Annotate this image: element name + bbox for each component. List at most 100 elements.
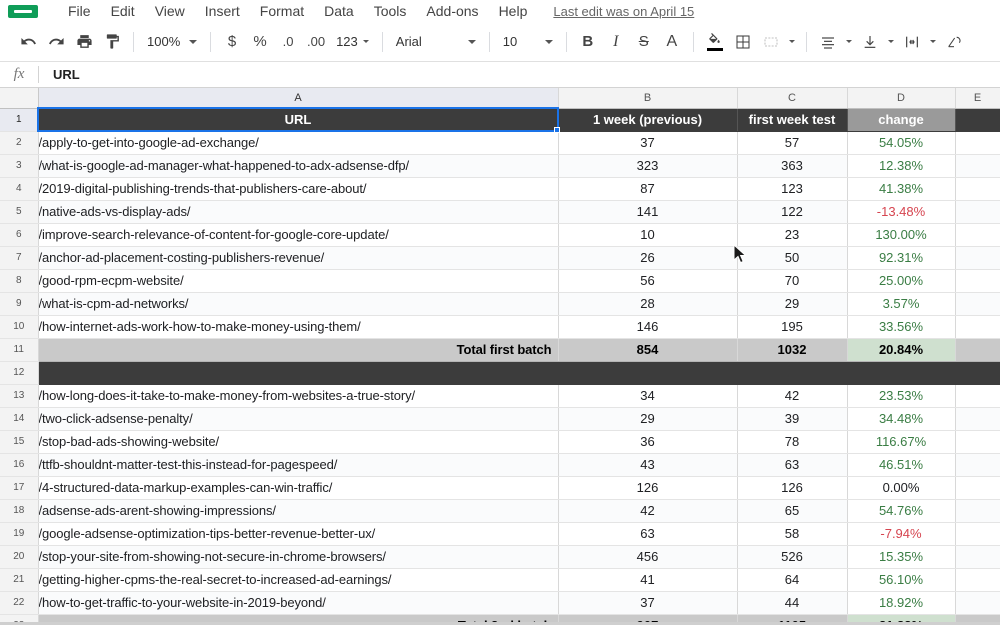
cell-e[interactable] (955, 499, 1000, 523)
font-size-selector[interactable]: 10 (497, 29, 559, 55)
cell-test[interactable]: 39 (737, 407, 848, 431)
total-first-test[interactable]: 1032 (737, 338, 848, 362)
cell-url[interactable]: /anchor-ad-placement-costing-publishers-… (38, 246, 559, 270)
cell-e[interactable] (955, 384, 1000, 408)
cell-url[interactable]: /what-is-google-ad-manager-what-happened… (38, 154, 559, 178)
column-header-c[interactable]: C (737, 88, 848, 109)
cell-change[interactable]: 54.05% (847, 131, 956, 155)
menu-edit[interactable]: Edit (101, 0, 145, 22)
menu-help[interactable]: Help (489, 0, 538, 22)
cell-test[interactable]: 57 (737, 131, 848, 155)
cell-previous[interactable]: 43 (558, 453, 738, 477)
cell-e[interactable] (955, 453, 1000, 477)
strikethrough-button[interactable]: S (630, 28, 658, 56)
sheets-logo-icon[interactable] (8, 4, 38, 18)
cell-test[interactable]: 50 (737, 246, 848, 270)
menu-insert[interactable]: Insert (195, 0, 250, 22)
row-number-17[interactable]: 17 (0, 476, 39, 500)
percent-format-button[interactable]: % (246, 28, 274, 56)
cell-url[interactable]: /two-click-adsense-penalty/ (38, 407, 559, 431)
more-formats-selector[interactable]: 123 (330, 29, 375, 55)
row-number-3[interactable]: 3 (0, 154, 39, 178)
cell-previous[interactable]: 63 (558, 522, 738, 546)
cell-url[interactable]: /2019-digital-publishing-trends-that-pub… (38, 177, 559, 201)
cell-url[interactable]: /good-rpm-ecpm-website/ (38, 269, 559, 293)
header-cell-url[interactable]: URL (38, 108, 559, 132)
cell-previous[interactable]: 87 (558, 177, 738, 201)
separator-cell-a[interactable] (38, 361, 559, 385)
cell-change[interactable]: 25.00% (847, 269, 956, 293)
cell-e[interactable] (955, 522, 1000, 546)
cell-change[interactable]: 54.76% (847, 499, 956, 523)
cell-e[interactable] (955, 430, 1000, 454)
text-wrap-icon[interactable] (898, 28, 926, 56)
cell-url[interactable]: /getting-higher-cpms-the-real-secret-to-… (38, 568, 559, 592)
italic-button[interactable]: I (602, 28, 630, 56)
cell-test[interactable]: 78 (737, 430, 848, 454)
row-number-22[interactable]: 22 (0, 591, 39, 615)
cell-e[interactable] (955, 407, 1000, 431)
header-cell-e[interactable] (955, 108, 1000, 132)
cell-test[interactable]: 195 (737, 315, 848, 339)
cell-change[interactable]: 56.10% (847, 568, 956, 592)
cell-previous[interactable]: 41 (558, 568, 738, 592)
cell-previous[interactable]: 10 (558, 223, 738, 247)
total-first-previous[interactable]: 854 (558, 338, 738, 362)
cell-change[interactable]: 46.51% (847, 453, 956, 477)
currency-format-button[interactable]: $ (218, 28, 246, 56)
cell-test[interactable]: 70 (737, 269, 848, 293)
cell-change[interactable]: 116.67% (847, 430, 956, 454)
cell-url[interactable]: /google-adsense-optimization-tips-better… (38, 522, 559, 546)
cell-e[interactable] (955, 315, 1000, 339)
column-header-e[interactable]: E (955, 88, 1000, 109)
cell-previous[interactable]: 323 (558, 154, 738, 178)
cell-change[interactable]: 23.53% (847, 384, 956, 408)
cell-url[interactable]: /apply-to-get-into-google-ad-exchange/ (38, 131, 559, 155)
cell-previous[interactable]: 26 (558, 246, 738, 270)
cell-test[interactable]: 63 (737, 453, 848, 477)
text-color-button[interactable]: A (658, 28, 686, 56)
row-number-19[interactable]: 19 (0, 522, 39, 546)
cell-test[interactable]: 23 (737, 223, 848, 247)
total-first-label[interactable]: Total first batch (38, 338, 559, 362)
cell-e[interactable] (955, 568, 1000, 592)
cell-e[interactable] (955, 154, 1000, 178)
horizontal-align-icon[interactable] (814, 28, 842, 56)
cell-url[interactable]: /how-internet-ads-work-how-to-make-money… (38, 315, 559, 339)
menu-data[interactable]: Data (314, 0, 364, 22)
cell-e[interactable] (955, 177, 1000, 201)
cell-test[interactable]: 526 (737, 545, 848, 569)
menu-format[interactable]: Format (250, 0, 314, 22)
separator-cell-c[interactable] (737, 361, 848, 385)
font-family-selector[interactable]: Arial (390, 29, 482, 55)
fill-color-icon[interactable] (701, 28, 729, 56)
row-number-11[interactable]: 11 (0, 338, 39, 362)
cell-url[interactable]: /adsense-ads-arent-showing-impressions/ (38, 499, 559, 523)
row-number-16[interactable]: 16 (0, 453, 39, 477)
cell-url[interactable]: /ttfb-shouldnt-matter-test-this-instead-… (38, 453, 559, 477)
print-icon[interactable] (70, 28, 98, 56)
merge-cells-dropdown[interactable] (785, 28, 799, 56)
row-number-13[interactable]: 13 (0, 384, 39, 408)
total-first-e[interactable] (955, 338, 1000, 362)
cell-previous[interactable]: 42 (558, 499, 738, 523)
cell-e[interactable] (955, 246, 1000, 270)
cell-e[interactable] (955, 223, 1000, 247)
cell-change[interactable]: 41.38% (847, 177, 956, 201)
cell-e[interactable] (955, 545, 1000, 569)
cell-change[interactable]: 34.48% (847, 407, 956, 431)
decrease-decimal-button[interactable]: .0 (274, 28, 302, 56)
row-number-18[interactable]: 18 (0, 499, 39, 523)
cell-e[interactable] (955, 591, 1000, 615)
column-header-d[interactable]: D (847, 88, 956, 109)
menu-tools[interactable]: Tools (364, 0, 417, 22)
cell-change[interactable]: 15.35% (847, 545, 956, 569)
cell-url[interactable]: /what-is-cpm-ad-networks/ (38, 292, 559, 316)
menu-view[interactable]: View (145, 0, 195, 22)
cell-previous[interactable]: 56 (558, 269, 738, 293)
row-number-2[interactable]: 2 (0, 131, 39, 155)
formula-bar-input[interactable]: URL (39, 67, 1000, 82)
row-number-8[interactable]: 8 (0, 269, 39, 293)
redo-icon[interactable] (42, 28, 70, 56)
cell-change[interactable]: 92.31% (847, 246, 956, 270)
